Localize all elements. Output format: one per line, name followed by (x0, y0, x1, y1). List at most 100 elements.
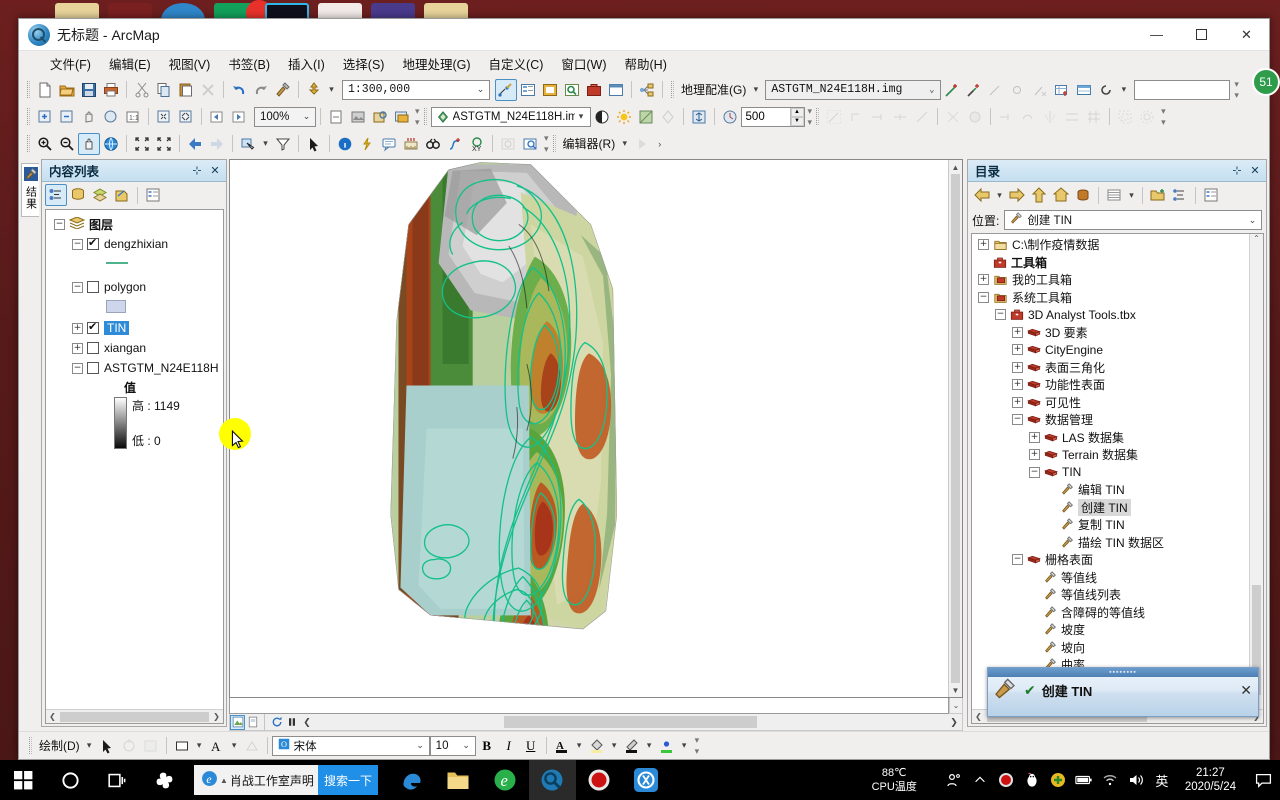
list-by-visibility-icon[interactable] (89, 184, 111, 206)
previous-extent-icon[interactable] (206, 106, 228, 128)
layout-view-button[interactable] (245, 715, 260, 730)
catalog-tree-item[interactable]: 工具箱 (972, 254, 1249, 272)
volume-icon[interactable] (1123, 760, 1149, 800)
catalog-tree-item[interactable]: 创建 TIN (972, 498, 1249, 517)
taskbar-search-box[interactable]: e ▲ 肖战工作室声明 搜索一下 (194, 765, 378, 795)
zoom-to-selected-icon[interactable] (153, 106, 175, 128)
default-geodatabase-icon[interactable] (1072, 184, 1094, 206)
georeferencing-dropdown[interactable]: 地理配准(G) (678, 81, 749, 98)
zoom-to-extent-icon[interactable] (175, 106, 197, 128)
delete-link-icon[interactable] (1029, 79, 1051, 101)
results-tab[interactable]: 结果 (21, 163, 39, 217)
paste-icon[interactable] (175, 79, 197, 101)
collapse-icon[interactable]: − (72, 238, 83, 250)
layer-visibility-checkbox[interactable] (87, 342, 99, 354)
model-builder-icon[interactable] (636, 79, 658, 101)
copy-icon[interactable] (153, 79, 175, 101)
trace-tool-icon[interactable] (845, 106, 867, 128)
expand-icon[interactable]: + (1012, 396, 1023, 408)
undo-icon[interactable] (228, 79, 250, 101)
midpoint-icon[interactable] (889, 106, 911, 128)
table-of-contents-icon[interactable] (517, 79, 539, 101)
edge-browser-icon[interactable] (388, 760, 435, 800)
view-result-table-icon[interactable] (1073, 79, 1095, 101)
catalog-tree-item[interactable]: 含障碍的等值线 (972, 604, 1249, 622)
chevron-down-icon[interactable]: ▾ (228, 740, 241, 751)
editor-menu-dropdown[interactable]: 编辑器(R) (560, 135, 619, 152)
scroll-right-icon[interactable]: ❯ (210, 712, 223, 721)
chevron-right-icon[interactable]: › (653, 139, 666, 149)
catalog-tree-item[interactable]: − 栅格表面 (972, 551, 1249, 569)
catalog-icon[interactable] (539, 79, 561, 101)
sketch-tool-icon[interactable] (823, 106, 845, 128)
taskbar-search-button[interactable]: 搜索一下 (317, 765, 378, 795)
catalog-tree-item[interactable]: +3D 要素 (972, 324, 1249, 342)
toolbar-overflow-icon[interactable]: ▾ ▾ (1161, 106, 1166, 128)
catalog-tree-item[interactable]: + 可见性 (972, 394, 1249, 412)
record-tray-icon[interactable] (993, 760, 1019, 800)
map-horizontal-scrollbar[interactable]: ❮ ❯ (229, 713, 963, 731)
scrollbar-thumb[interactable] (504, 716, 757, 728)
arcmap-taskbar-icon[interactable] (528, 760, 576, 800)
catalog-tree-item[interactable]: − 系统工具箱 (972, 289, 1249, 307)
toc-options-icon[interactable] (142, 184, 164, 206)
open-icon[interactable] (56, 79, 78, 101)
font-size-combo[interactable]: 10 ⌄ (429, 735, 476, 756)
task-view-icon[interactable] (94, 760, 141, 800)
drag-handle-icon[interactable]: ▪▪▪▪▪▪▪▪ (1109, 668, 1137, 677)
contents-dropdown-icon[interactable]: ▾ (1125, 190, 1138, 201)
fixed-zoom-out-icon[interactable] (153, 133, 175, 155)
toc-layer-tin[interactable]: + TIN (46, 318, 223, 338)
image-layer-combo[interactable]: ASTGTM_N24E118H.img ▾ (430, 106, 591, 127)
add-data-icon[interactable] (303, 79, 325, 101)
catalog-tree-item[interactable]: + 功能性表面 (972, 376, 1249, 394)
catalog-tree-item[interactable]: 描绘 TIN 数据区 (972, 534, 1249, 552)
copy-parallel-icon[interactable] (1114, 106, 1136, 128)
editor-hammer-icon[interactable] (272, 79, 294, 101)
rotate-icon[interactable] (1095, 79, 1117, 101)
intersection-icon[interactable] (942, 106, 964, 128)
parallel-icon[interactable] (1061, 106, 1083, 128)
chevron-down-icon[interactable]: ▾ (193, 740, 206, 751)
view-link-table-icon[interactable] (985, 79, 1007, 101)
scrollbar-thumb[interactable] (60, 711, 209, 722)
catalog-tree-item[interactable]: 编辑 TIN (972, 481, 1249, 499)
scroll-left-icon[interactable]: ❮ (299, 717, 315, 728)
marker-color-icon[interactable] (656, 735, 678, 757)
cpu-temperature-widget[interactable]: 88℃ CPU温度 (866, 766, 923, 794)
catalog-tree-item[interactable]: + 我的工具箱 (972, 271, 1249, 289)
chevron-down-icon[interactable]: ⌄ (1246, 215, 1259, 226)
create-viewer-window-icon[interactable] (519, 133, 541, 155)
refresh-view-button[interactable] (269, 715, 284, 730)
chevron-down-icon[interactable]: ▾ (1117, 84, 1130, 95)
chevron-down-icon[interactable]: ▾ (643, 740, 656, 751)
connect-folder-icon[interactable] (1147, 184, 1169, 206)
next-extent-icon[interactable] (228, 106, 250, 128)
identify-image-icon[interactable] (369, 106, 391, 128)
toc-layer-polygon[interactable]: − polygon (46, 277, 223, 297)
brightness-icon[interactable] (613, 106, 635, 128)
catalog-tree-item[interactable]: 坡度 (972, 621, 1249, 639)
flicker-icon[interactable] (688, 106, 710, 128)
start-icon[interactable] (0, 760, 47, 800)
menu-help[interactable]: 帮助(H) (616, 51, 676, 76)
image-zoom-combo[interactable]: 100% ⌄ (254, 106, 316, 127)
menu-geoprocessing[interactable]: 地理处理(G) (393, 51, 479, 76)
app-fan-icon[interactable] (141, 760, 188, 800)
clear-display-icon[interactable] (325, 106, 347, 128)
expand-icon[interactable]: + (72, 322, 83, 334)
chevron-down-icon[interactable]: ▾ (575, 111, 588, 122)
catalog-tree-item[interactable]: 复制 TIN (972, 516, 1249, 534)
go-back-extent-icon[interactable] (184, 133, 206, 155)
chevron-down-icon[interactable]: ⌄ (414, 740, 427, 751)
replace-sketch-icon[interactable] (995, 106, 1017, 128)
contour-interval-input[interactable]: 500 ▲ ▼ (740, 106, 805, 127)
toolbar-overflow-icon[interactable]: ▾ ▾ (1234, 79, 1239, 101)
toolbar-grip[interactable] (27, 108, 30, 125)
expand-icon[interactable]: + (72, 342, 83, 354)
maximize-button[interactable] (1179, 19, 1224, 51)
toolbar-grip[interactable] (27, 135, 30, 152)
catalog-pin-icon[interactable]: ⊹ (1229, 163, 1245, 179)
collapse-icon[interactable]: − (1012, 554, 1023, 566)
collapse-icon[interactable]: − (1012, 414, 1023, 426)
